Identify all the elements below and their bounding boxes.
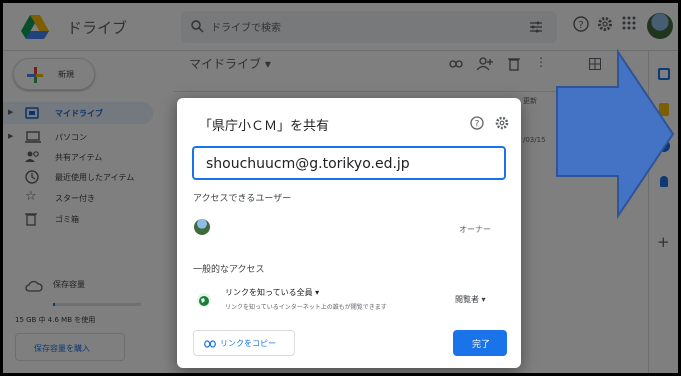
copy-link-button[interactable]: リンクをコピー [193,330,295,356]
settings-gear-icon[interactable] [495,116,509,130]
add-people-field[interactable] [192,146,506,180]
done-label: 完了 [472,340,491,350]
svg-text:?: ? [475,120,480,130]
globe-icon [197,293,211,307]
help-icon[interactable]: ? [470,116,484,130]
role-dropdown[interactable]: 閲覧者 ▾ [455,294,486,305]
dialog-title: 「県庁小ＣＭ」を共有 [199,119,330,134]
owner-role: オーナー [459,225,491,234]
annotation-arrow [556,49,675,219]
link-access-dropdown[interactable]: リンクを知っている全員 ▾ [225,287,319,298]
drive-window: ドライブ ドライブで検索 ? [3,3,678,373]
general-access-heading: 一般的なアクセス [193,265,265,275]
share-dialog: 「県庁小ＣＭ」を共有 ? アクセスできるユーザー オーナー 一般的なアクセス リ… [177,98,521,368]
copy-link-label: リンクをコピー [220,339,276,348]
owner-avatar [194,219,210,235]
link-access-description: リンクを知っているインターネット上の誰もが閲覧できます [225,304,387,311]
add-people-input[interactable] [206,154,496,174]
done-button[interactable]: 完了 [453,330,507,356]
access-heading: アクセスできるユーザー [193,194,292,204]
link-icon [204,340,216,348]
